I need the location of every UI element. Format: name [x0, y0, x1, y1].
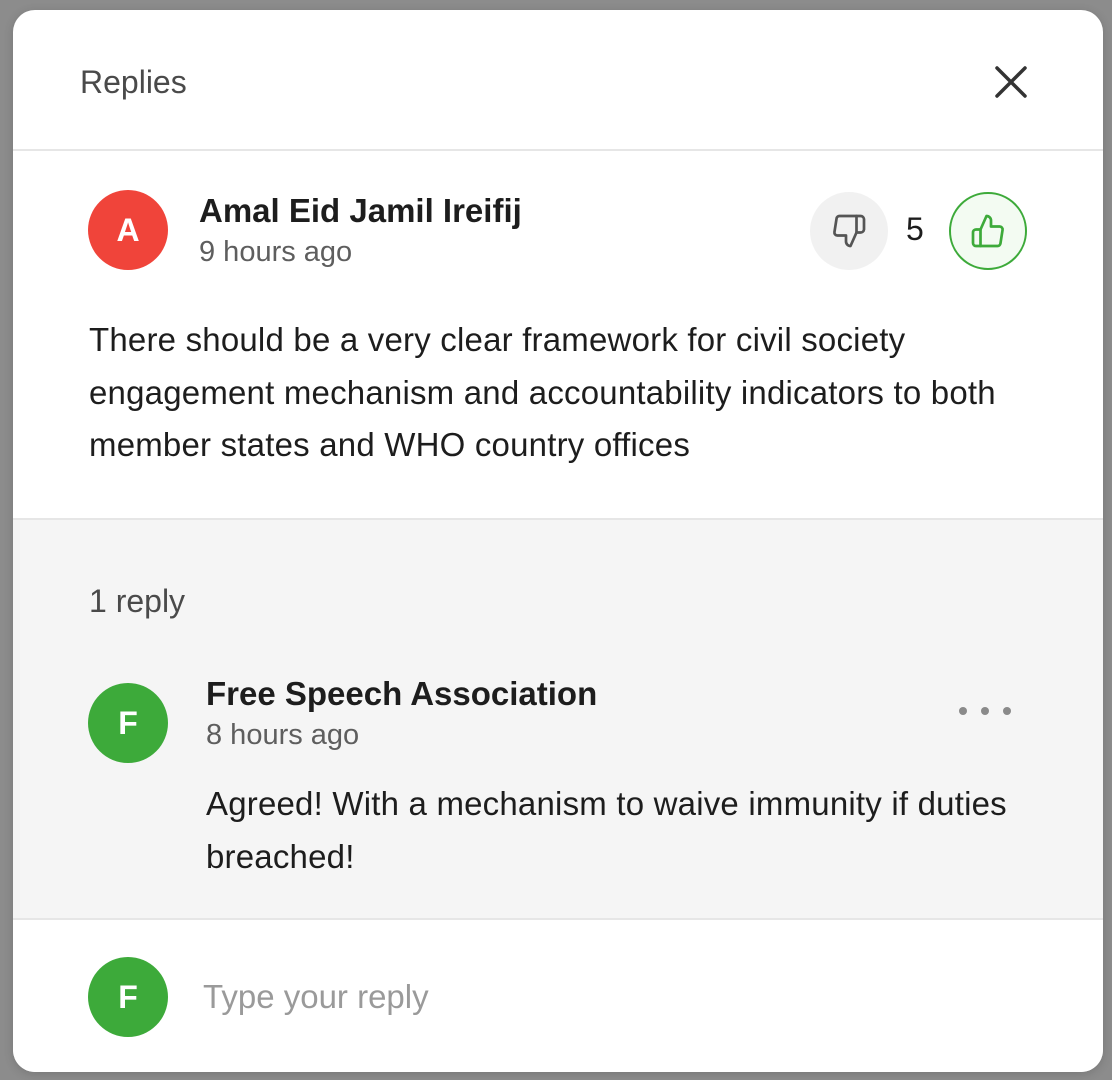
avatar-letter: F	[118, 978, 138, 1015]
avatar-letter: F	[118, 704, 138, 741]
reply-author[interactable]: Free Speech Association	[206, 674, 597, 714]
reply-composer: F	[13, 920, 1103, 1072]
modal-header: Replies	[13, 10, 1103, 151]
avatar[interactable]: F	[88, 683, 168, 763]
comment-timestamp: 9 hours ago	[199, 236, 353, 268]
thumbs-up-icon	[971, 214, 1004, 248]
reply-count: 1 reply	[89, 583, 186, 619]
original-comment: A Amal Eid Jamil Ireifij 9 hours ago 5 T…	[13, 151, 1103, 520]
avatar: F	[88, 957, 168, 1037]
reply-body: Agreed! With a mechanism to waive immuni…	[206, 785, 1007, 875]
more-dot	[1003, 707, 1011, 715]
reply-input[interactable]	[203, 972, 1023, 1022]
more-options-button[interactable]	[959, 696, 1011, 726]
like-count: 5	[906, 211, 924, 247]
replies-modal: Replies A Amal Eid Jamil Ireifij 9 hours…	[13, 10, 1103, 1072]
close-icon	[995, 66, 1027, 98]
comment-author[interactable]: Amal Eid Jamil Ireifij	[199, 191, 522, 231]
reply-timestamp: 8 hours ago	[206, 719, 360, 751]
comment-body: There should be a very clear framework f…	[89, 321, 996, 463]
close-button[interactable]	[991, 62, 1031, 102]
like-button[interactable]	[949, 192, 1027, 270]
more-dot	[959, 707, 967, 715]
dislike-button[interactable]	[810, 192, 888, 270]
replies-section: 1 reply F Free Speech Association 8 hour…	[13, 520, 1103, 920]
avatar-letter: A	[116, 211, 140, 248]
modal-title: Replies	[80, 64, 187, 100]
thumbs-down-icon	[833, 214, 866, 248]
avatar[interactable]: A	[88, 190, 168, 270]
more-dot	[981, 707, 989, 715]
